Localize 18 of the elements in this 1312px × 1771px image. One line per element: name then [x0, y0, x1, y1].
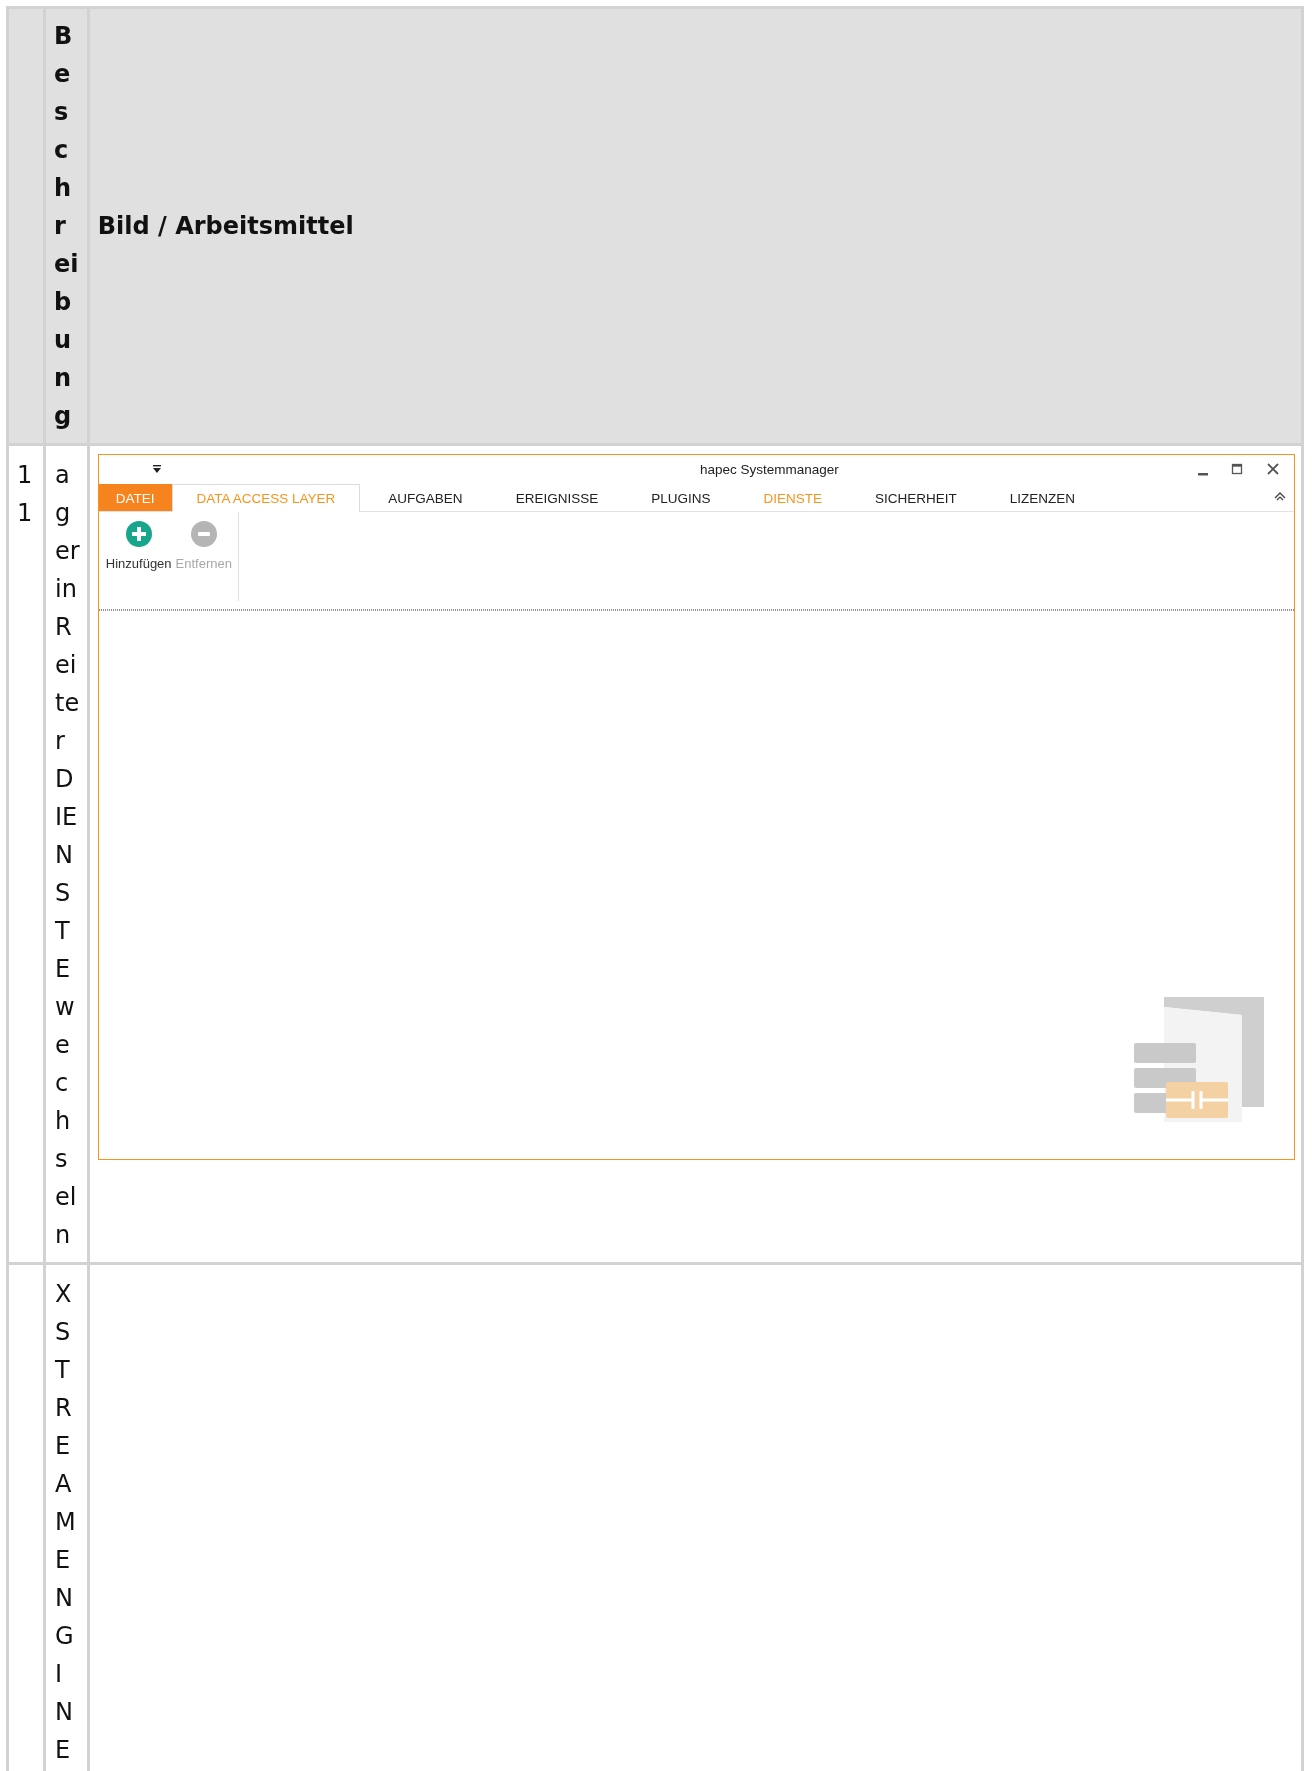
- minus-circle-icon: [189, 520, 218, 548]
- column-header: Bild / Arbeitsmittel: [88, 7, 1303, 445]
- column-header: Beschreibung: [44, 7, 89, 445]
- ribbon-tab[interactable]: SICHERHEIT: [849, 484, 982, 511]
- add-button[interactable]: Hinzufügen: [103, 520, 174, 571]
- ribbon-tab[interactable]: PLUGINS: [626, 484, 736, 511]
- dropdown-icon: [151, 464, 162, 474]
- ribbon-tab[interactable]: AUFGABEN: [363, 484, 488, 511]
- ribbon-tab[interactable]: LIZENZEN: [984, 484, 1100, 511]
- minimize-icon: [1198, 473, 1208, 476]
- row-number: 11: [7, 444, 45, 1264]
- window-title: hapec Systemmanager: [699, 461, 840, 477]
- close-icon: [1266, 462, 1280, 476]
- ribbon-tab[interactable]: EREIGNISSE: [490, 484, 624, 511]
- maximize-icon: [1230, 462, 1244, 476]
- collapse-icon: [1274, 491, 1286, 501]
- plus-circle-icon: [124, 520, 153, 548]
- table-cell: agerin Reiter DIENSTE wechseln: [44, 444, 89, 1264]
